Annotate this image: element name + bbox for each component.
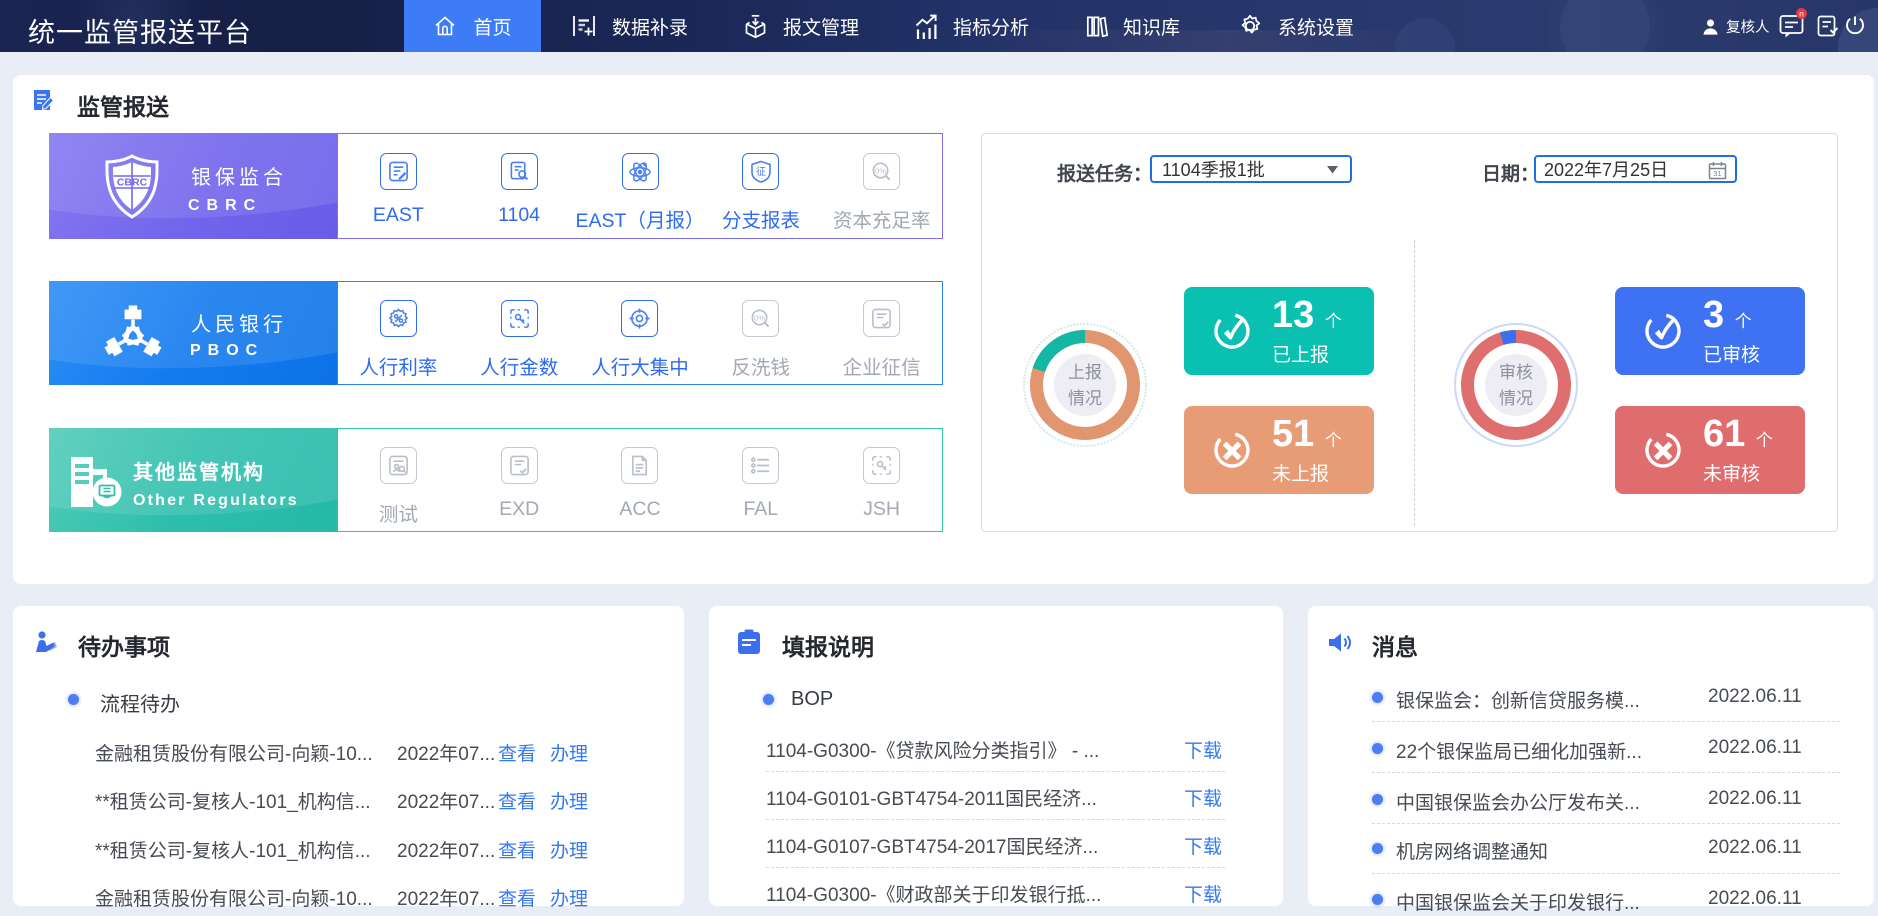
svg-text:0%: 0% [754,313,765,322]
svg-text:审核: 审核 [1499,363,1533,382]
svg-text:0%: 0% [875,166,886,175]
svg-text:上报: 上报 [1068,363,1102,382]
svg-text:情况: 情况 [1499,389,1533,408]
svg-text:CBRC: CBRC [117,177,148,189]
svg-text:31: 31 [1713,169,1721,178]
svg-text:情况: 情况 [1068,389,1102,408]
svg-text:n: n [1799,9,1804,19]
svg-text:征: 征 [756,166,766,178]
